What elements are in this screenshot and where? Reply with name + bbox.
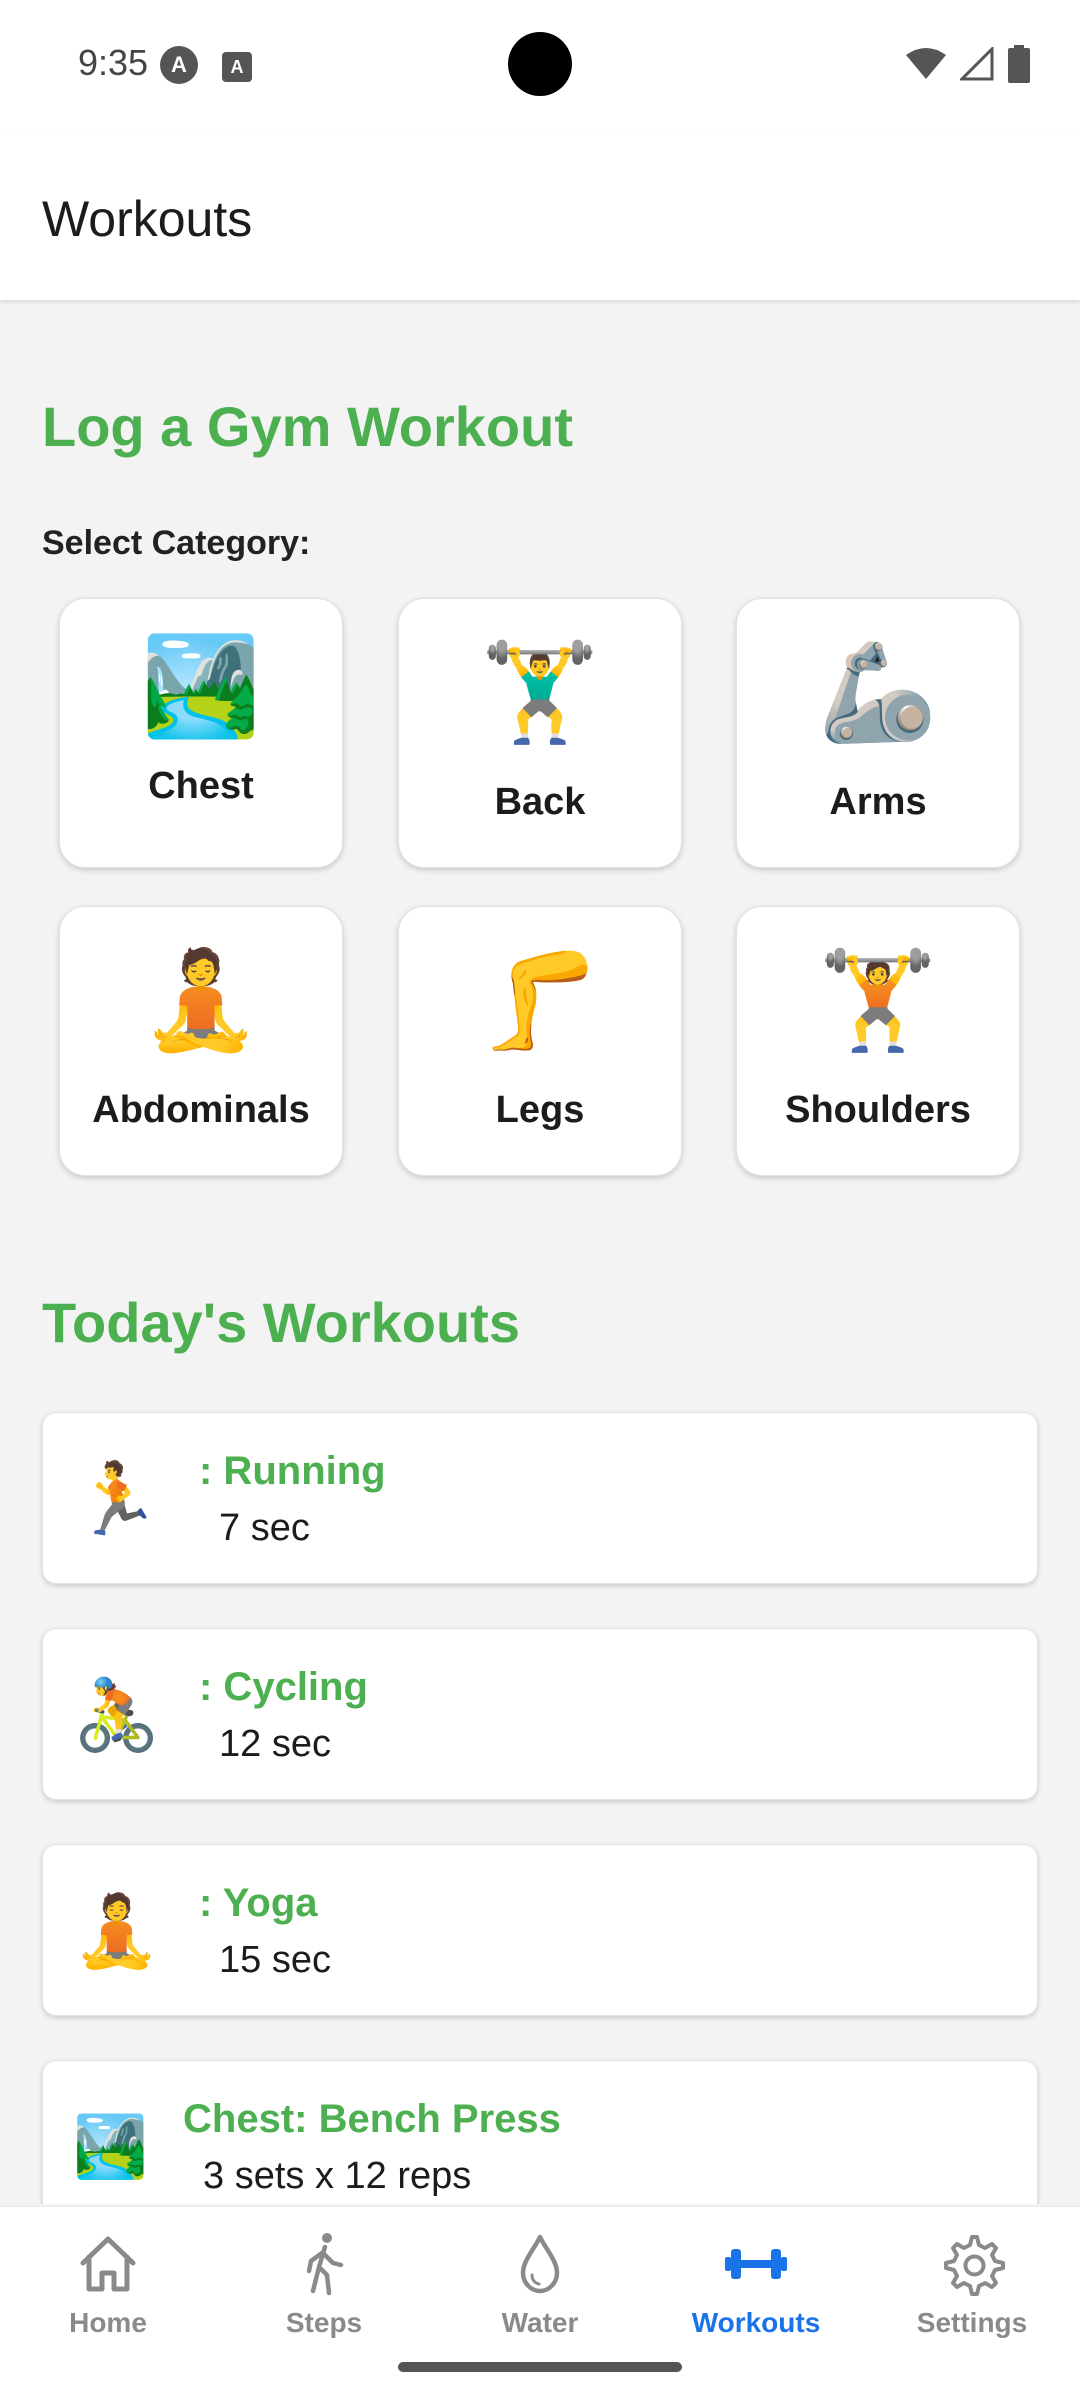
app-bar: Workouts (0, 130, 1080, 300)
status-time: 9:35 (78, 42, 149, 83)
category-label: Legs (495, 1089, 585, 1131)
nav-item-water[interactable]: Water (450, 2229, 630, 2339)
app-notification-icon: A (160, 46, 198, 84)
select-category-label: Select Category: (42, 524, 311, 562)
camera-cutout (508, 32, 572, 96)
home-icon (80, 2236, 136, 2292)
category-label: Back (494, 781, 586, 823)
mechanical-arm-icon: 🦾 (818, 639, 938, 746)
workout-list-item[interactable]: 🏞️ Chest: Bench Press 3 sets x 12 reps (42, 2060, 1038, 2204)
cell-signal-icon (960, 47, 994, 81)
workout-detail: 12 sec (219, 1723, 331, 1765)
nav-label: Home (69, 2307, 147, 2338)
nav-label: Settings (916, 2307, 1028, 2338)
battery-icon (1008, 45, 1030, 83)
category-card-abdominals[interactable]: 🧘 Abdominals (59, 906, 343, 1176)
status-icons (906, 44, 1030, 84)
workout-detail: 15 sec (219, 1939, 331, 1981)
category-label: Abdominals (92, 1089, 310, 1131)
category-label: Arms (829, 781, 927, 823)
workout-list-item[interactable]: 🚴 : Cycling 12 sec (42, 1628, 1038, 1800)
category-card-chest[interactable]: 🏞️ Chest (59, 598, 343, 868)
log-workout-heading: Log a Gym Workout (42, 395, 573, 458)
nav-item-home[interactable]: Home (18, 2229, 198, 2339)
nav-label: Water (501, 2307, 579, 2338)
category-card-shoulders[interactable]: 🏋️ Shoulders (736, 906, 1020, 1176)
running-icon: 🏃 (73, 1460, 161, 1538)
keyboard-notification-icon: A (222, 52, 252, 82)
category-label: Shoulders (785, 1089, 971, 1131)
workout-detail: 7 sec (219, 1507, 310, 1549)
farm-scene-icon: 🏞️ (73, 2113, 148, 2180)
workout-name: : Running (199, 1449, 386, 1493)
water-drop-icon (520, 2234, 560, 2294)
nav-label: Steps (285, 2307, 363, 2338)
workouts-screen: 9:35 A A Workouts Log a Gym Workout Sele… (0, 0, 1080, 2400)
main-content[interactable]: Log a Gym Workout Select Category: 🏞️ Ch… (0, 302, 1080, 2204)
weightlifter-icon: 🏋️ (818, 947, 938, 1054)
farm-scene-icon: 🏞️ (141, 633, 261, 740)
workout-list-item[interactable]: 🧘 : Yoga 15 sec (42, 1844, 1038, 2016)
home-indicator[interactable] (398, 2362, 682, 2372)
workout-detail: 3 sets x 12 reps (203, 2155, 472, 2197)
workout-list-item[interactable]: 🏃 : Running 7 sec (42, 1412, 1038, 1584)
cycling-icon: 🚴 (73, 1676, 161, 1754)
walking-icon (306, 2233, 344, 2296)
weightlifter-icon: 🏋️‍♂️ (480, 639, 600, 746)
status-bar: 9:35 A A (0, 0, 1080, 130)
gear-icon (944, 2235, 1005, 2296)
category-card-arms[interactable]: 🦾 Arms (736, 598, 1020, 868)
workout-name: : Cycling (199, 1665, 368, 1709)
yoga-icon: 🧘 (73, 1892, 161, 1970)
leg-icon: 🦵 (480, 947, 600, 1054)
nav-item-steps[interactable]: Steps (234, 2229, 414, 2339)
workout-name: Chest: Bench Press (183, 2097, 561, 2141)
nav-item-settings[interactable]: Settings (882, 2229, 1062, 2339)
workout-name: : Yoga (199, 1881, 318, 1925)
wifi-icon (906, 48, 946, 79)
dumbbell-icon (725, 2249, 787, 2279)
category-card-back[interactable]: 🏋️‍♂️ Back (398, 598, 682, 868)
meditation-icon: 🧘 (141, 947, 261, 1054)
category-label: Chest (148, 765, 254, 807)
nav-item-workouts[interactable]: Workouts (666, 2229, 846, 2339)
category-card-legs[interactable]: 🦵 Legs (398, 906, 682, 1176)
todays-workouts-heading: Today's Workouts (42, 1291, 520, 1354)
nav-label: Workouts (691, 2307, 821, 2338)
page-title: Workouts (42, 191, 253, 247)
